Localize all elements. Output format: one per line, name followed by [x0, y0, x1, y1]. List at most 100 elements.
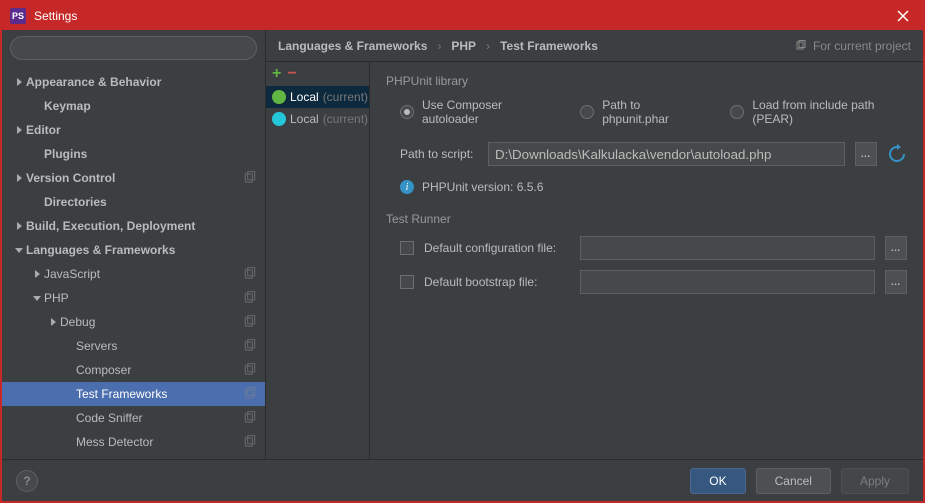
crumb-0[interactable]: Languages & Frameworks — [278, 39, 427, 53]
config-name: Local — [290, 90, 319, 104]
default-config-label: Default configuration file: — [424, 241, 570, 255]
copy-icon — [243, 267, 257, 281]
help-button[interactable]: ? — [16, 470, 38, 492]
config-list: + − Local (current)Local (current) — [266, 62, 370, 459]
settings-tree: Appearance & Behavior Keymap Editor Plugins… — [2, 66, 265, 459]
tree-item-mess-detector[interactable]: Mess Detector — [2, 430, 265, 454]
tree-item-label: Directories — [44, 195, 257, 209]
config-icon — [272, 90, 286, 104]
radio-phar[interactable]: Path to phpunit.phar — [580, 98, 702, 126]
browse-button[interactable]: … — [855, 142, 877, 166]
tree-item-label: JavaScript — [44, 267, 239, 281]
copy-icon — [243, 171, 257, 185]
apply-button[interactable]: Apply — [841, 468, 909, 494]
tree-item-label: Mess Detector — [76, 435, 239, 449]
path-label: Path to script: — [400, 147, 478, 161]
radio-composer-label: Use Composer autoloader — [422, 98, 552, 126]
right-arrow-icon — [12, 126, 26, 134]
right-arrow-icon — [12, 174, 26, 182]
tree-item-code-sniffer[interactable]: Code Sniffer — [2, 406, 265, 430]
default-config-checkbox[interactable] — [400, 241, 414, 255]
tree-item-label: Code Sniffer — [76, 411, 239, 425]
default-config-input[interactable] — [580, 236, 875, 260]
main-panel: Languages & Frameworks › PHP › Test Fram… — [266, 30, 923, 459]
tree-item-javascript[interactable]: JavaScript — [2, 262, 265, 286]
right-arrow-icon — [46, 318, 60, 326]
tree-item-label: Keymap — [44, 99, 257, 113]
tree-item-label: Build, Execution, Deployment — [26, 219, 257, 233]
titlebar: PS Settings — [2, 2, 923, 30]
path-input[interactable] — [488, 142, 845, 166]
browse-config-button[interactable]: … — [885, 236, 907, 260]
chevron-right-icon: › — [437, 39, 441, 53]
down-arrow-icon — [12, 246, 26, 254]
config-icon — [272, 112, 286, 126]
window-title: Settings — [34, 9, 891, 23]
sidebar: Appearance & Behavior Keymap Editor Plugins… — [2, 30, 266, 459]
tree-item-plugins[interactable]: Plugins — [2, 142, 265, 166]
add-config-button[interactable]: + — [272, 66, 281, 82]
tree-item-editor[interactable]: Editor — [2, 118, 265, 142]
default-bootstrap-checkbox[interactable] — [400, 275, 414, 289]
tree-item-label: Composer — [76, 363, 239, 377]
tree-item-appearance-behavior[interactable]: Appearance & Behavior — [2, 70, 265, 94]
tree-item-label: Debug — [60, 315, 239, 329]
close-icon — [897, 10, 909, 22]
tree-item-test-frameworks[interactable]: Test Frameworks — [2, 382, 265, 406]
tree-item-label: Editor — [26, 123, 257, 137]
tree-item-php[interactable]: PHP — [2, 286, 265, 310]
copy-icon — [243, 315, 257, 329]
config-name: Local — [290, 112, 319, 126]
browse-bootstrap-button[interactable]: … — [885, 270, 907, 294]
tree-item-label: PHP — [44, 291, 239, 305]
form-area: PHPUnit library Use Composer autoloader … — [370, 62, 923, 459]
tree-item-label: Version Control — [26, 171, 239, 185]
close-button[interactable] — [891, 4, 915, 28]
info-icon: i — [400, 180, 414, 194]
tree-item-languages-frameworks[interactable]: Languages & Frameworks — [2, 238, 265, 262]
cancel-button[interactable]: Cancel — [756, 468, 831, 494]
default-bootstrap-input[interactable] — [580, 270, 875, 294]
app-icon: PS — [10, 8, 26, 24]
footer: ? OK Cancel Apply — [2, 459, 923, 501]
copy-icon — [795, 40, 807, 52]
remove-config-button[interactable]: − — [287, 66, 296, 82]
library-section-title: PHPUnit library — [386, 74, 907, 88]
chevron-right-icon: › — [486, 39, 490, 53]
config-note: (current) — [323, 90, 368, 104]
copy-icon — [243, 411, 257, 425]
breadcrumb: Languages & Frameworks › PHP › Test Fram… — [266, 30, 923, 62]
config-item[interactable]: Local (current) — [266, 86, 369, 108]
copy-icon — [243, 291, 257, 305]
tree-item-label: Languages & Frameworks — [26, 243, 257, 257]
right-arrow-icon — [12, 78, 26, 86]
right-arrow-icon — [12, 222, 26, 230]
tree-item-directories[interactable]: Directories — [2, 190, 265, 214]
search-input[interactable] — [10, 36, 257, 60]
down-arrow-icon — [30, 294, 44, 302]
right-arrow-icon — [30, 270, 44, 278]
tree-item-label: Test Frameworks — [76, 387, 239, 401]
config-note: (current) — [323, 112, 368, 126]
tree-item-label: Plugins — [44, 147, 257, 161]
radio-composer[interactable]: Use Composer autoloader — [400, 98, 552, 126]
crumb-2[interactable]: Test Frameworks — [500, 39, 598, 53]
tree-item-version-control[interactable]: Version Control — [2, 166, 265, 190]
default-bootstrap-label: Default bootstrap file: — [424, 275, 570, 289]
radio-pear-label: Load from include path (PEAR) — [752, 98, 907, 126]
ok-button[interactable]: OK — [690, 468, 745, 494]
scope-label: For current project — [813, 39, 911, 53]
refresh-icon[interactable] — [887, 144, 907, 164]
radio-phar-label: Path to phpunit.phar — [602, 98, 702, 126]
radio-pear[interactable]: Load from include path (PEAR) — [730, 98, 907, 126]
config-item[interactable]: Local (current) — [266, 108, 369, 130]
version-text: PHPUnit version: 6.5.6 — [422, 180, 543, 194]
crumb-1[interactable]: PHP — [451, 39, 476, 53]
tree-item-build-execution-deployment[interactable]: Build, Execution, Deployment — [2, 214, 265, 238]
copy-icon — [243, 339, 257, 353]
copy-icon — [243, 387, 257, 401]
tree-item-keymap[interactable]: Keymap — [2, 94, 265, 118]
tree-item-servers[interactable]: Servers — [2, 334, 265, 358]
tree-item-debug[interactable]: Debug — [2, 310, 265, 334]
tree-item-composer[interactable]: Composer — [2, 358, 265, 382]
